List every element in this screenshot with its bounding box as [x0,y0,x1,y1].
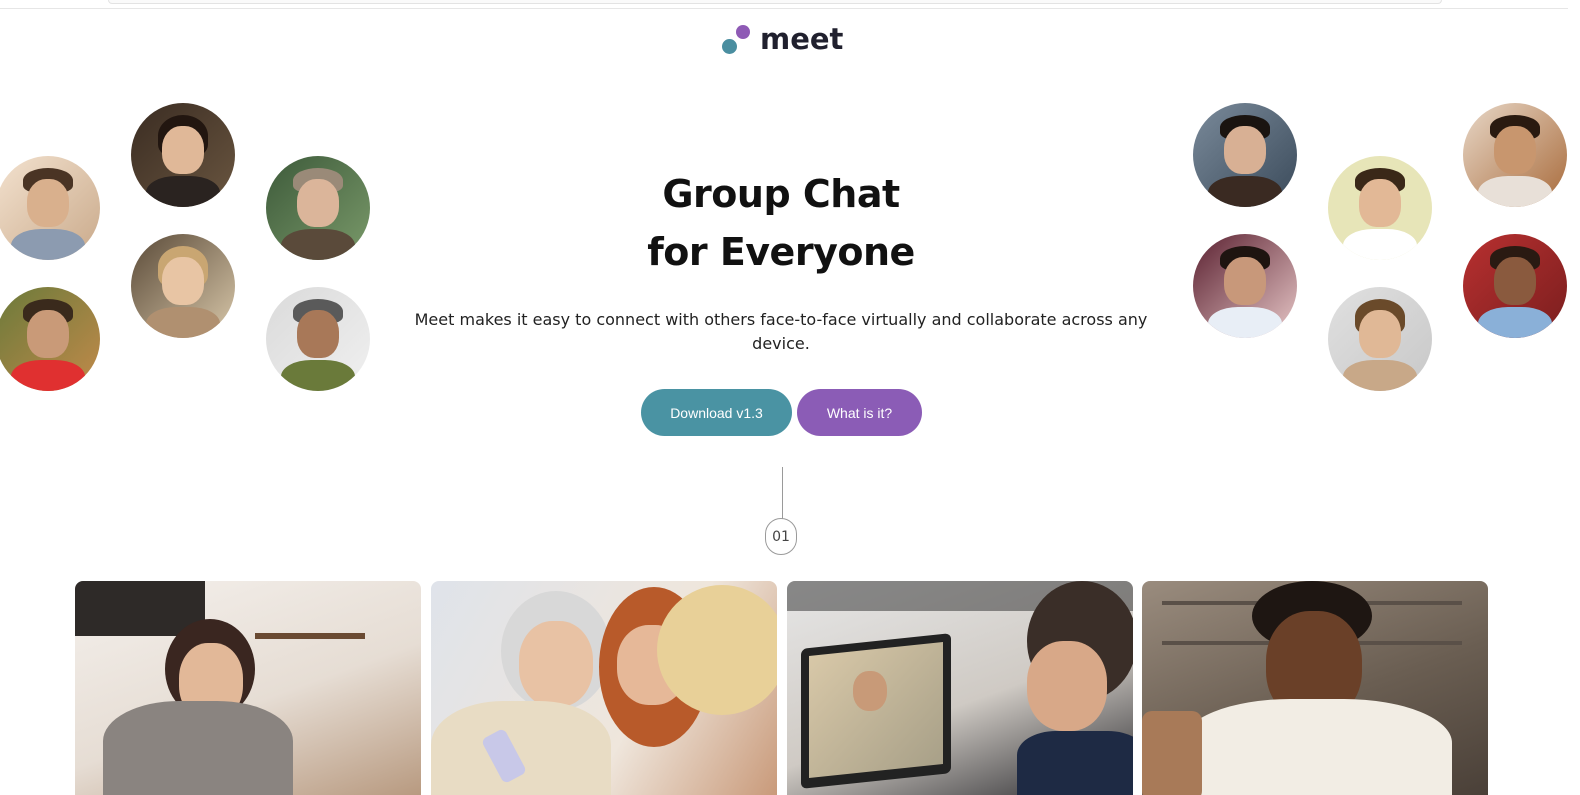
avatar [1328,156,1432,260]
scrollbar[interactable] [1568,0,1580,795]
download-button[interactable]: Download v1.3 [641,389,792,436]
avatar [1463,103,1567,207]
man-on-video-call-laptop-photo [787,581,1133,795]
avatar [1193,103,1297,207]
step-number-badge: 01 [765,518,797,555]
man-smiling-at-phone-photo [1142,581,1488,795]
avatar [1328,287,1432,391]
avatar [0,287,100,391]
avatar [1463,234,1567,338]
logo[interactable]: meet [722,22,843,56]
avatar [131,103,235,207]
hero-title: Group Chat for Everyone [580,165,982,281]
hero-title-line1: Group Chat [662,172,900,216]
woman-with-headphones-laughing-photo [75,581,421,795]
avatar [1193,234,1297,338]
hero-title-line2: for Everyone [647,230,915,274]
logo-dots-icon [722,24,752,54]
what-is-it-button[interactable]: What is it? [797,389,922,436]
avatar [0,156,100,260]
browser-top-edge [0,0,1568,9]
hero-description: Meet makes it easy to connect with other… [414,310,1148,353]
avatar [266,156,370,260]
avatar [266,287,370,391]
logo-wordmark: meet [760,22,844,56]
step-connector-line [782,467,783,519]
avatar [131,234,235,338]
address-bar-edge [108,0,1442,4]
three-women-looking-at-phone-photo [431,581,777,795]
